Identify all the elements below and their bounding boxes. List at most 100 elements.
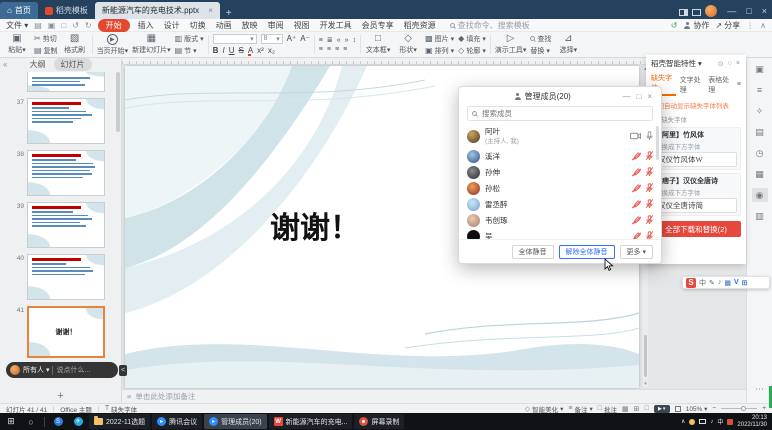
- tab-document[interactable]: 新能源汽车的充电技术.pptx ×: [95, 2, 220, 19]
- clock[interactable]: 20:13 2022/11/30: [737, 415, 767, 429]
- split-window-icon[interactable]: [679, 9, 688, 16]
- workspace-icon[interactable]: [692, 9, 701, 16]
- mic-muted-icon[interactable]: [646, 231, 653, 239]
- font-color-button[interactable]: A: [248, 46, 253, 56]
- notes-toggle[interactable]: ≡ 备注▾: [568, 404, 592, 414]
- tab-slides[interactable]: 幻灯片: [54, 58, 92, 71]
- menu-tab-docer[interactable]: 稻壳资源: [402, 20, 438, 31]
- comment-bar-collapse[interactable]: <: [119, 365, 127, 376]
- font-increase-button[interactable]: A⁺: [287, 34, 297, 43]
- subscript-button[interactable]: x₂: [268, 46, 275, 55]
- audience-selector[interactable]: 所有人 ▾: [23, 365, 49, 375]
- unmute-all-button[interactable]: 解除全体静音: [559, 245, 615, 259]
- share-button[interactable]: ↗ 分享: [715, 20, 740, 31]
- panel-title-dropdown-icon[interactable]: ▾: [698, 59, 702, 68]
- panel-scrollbar[interactable]: [116, 72, 120, 132]
- mic-muted-icon[interactable]: [646, 167, 653, 177]
- keyboard-icon[interactable]: ▦: [724, 279, 731, 287]
- minimize-button[interactable]: —: [722, 6, 741, 19]
- notes-bar[interactable]: ≡ 单击此处添加备注: [122, 389, 746, 403]
- file-menu[interactable]: 文件 ▾: [6, 20, 28, 31]
- new-slide-button[interactable]: ▦ 新建幻灯片▾: [132, 33, 171, 56]
- taskbar-item-members-active[interactable]: ▸ 管理成员(20): [204, 414, 266, 429]
- comment-input-placeholder[interactable]: 说点什么...: [56, 365, 90, 375]
- cloud-sync-icon[interactable]: ↺: [671, 21, 678, 30]
- menu-tab-animation[interactable]: 动画: [214, 20, 234, 31]
- sogou-logo-icon[interactable]: S: [686, 278, 696, 288]
- zoom-out-button[interactable]: −: [712, 405, 716, 412]
- sogou-ime-bar[interactable]: S 中 ✎ ♪ ▦ V ⊞: [682, 276, 770, 289]
- member-row[interactable]: 雷丞醉: [467, 196, 653, 212]
- menu-tab-devtools[interactable]: 开发工具: [318, 20, 354, 31]
- reference-pane-icon[interactable]: ▥: [752, 209, 768, 223]
- maximize-button[interactable]: □: [741, 6, 756, 19]
- replace-button[interactable]: 替换▾: [530, 46, 551, 56]
- toolbox-icon[interactable]: ⊞: [742, 279, 748, 287]
- telegram-taskbar-icon[interactable]: ✈: [69, 414, 87, 429]
- menu-tab-insert[interactable]: 插入: [136, 20, 156, 31]
- line-spacing-icon[interactable]: ↕: [353, 37, 357, 44]
- align-center-icon[interactable]: ≡: [327, 46, 331, 53]
- taskbar-item-wps[interactable]: W 新能源汽车的充电...: [269, 414, 353, 429]
- camera-icon[interactable]: [630, 132, 641, 140]
- download-replace-all-button[interactable]: 全部下载和替换(2): [651, 221, 741, 237]
- add-slide-button[interactable]: +: [0, 388, 121, 403]
- annotation-disabled-icon[interactable]: [632, 232, 641, 240]
- member-row[interactable]: 孙伸: [467, 164, 653, 180]
- tray-expand-icon[interactable]: ∧: [681, 418, 685, 425]
- missing-font-status[interactable]: T 缺失字体: [105, 404, 137, 414]
- handwriting-icon[interactable]: ✎: [709, 279, 715, 287]
- security-icon[interactable]: [689, 419, 695, 425]
- cut-button[interactable]: ✂剪切: [34, 34, 58, 44]
- undo-icon[interactable]: ↺: [72, 21, 79, 30]
- taskbar-item-recorder[interactable]: 屏幕录制: [354, 414, 404, 429]
- member-row-host[interactable]: 阿叶 (主持人, 我): [467, 124, 653, 148]
- member-list-scrollbar[interactable]: [656, 126, 659, 160]
- slide-text-thanks[interactable]: 谢谢！: [240, 203, 390, 247]
- volume-icon[interactable]: ♪: [710, 419, 713, 425]
- collapse-ribbon-icon[interactable]: ∧: [760, 21, 766, 30]
- tab-more-icon[interactable]: ≡: [737, 81, 741, 88]
- zoom-level[interactable]: 105% ▾: [686, 405, 708, 413]
- smart-beautify-button[interactable]: ◇ 智能美化▾: [525, 404, 564, 414]
- thumbnail-39[interactable]: [27, 202, 105, 248]
- mic-muted-icon[interactable]: [646, 215, 653, 225]
- font-size-box[interactable]: 8▾: [261, 34, 283, 44]
- collapse-panel-icon[interactable]: «: [3, 60, 7, 69]
- textbox-button[interactable]: □ 文本框▾: [365, 33, 391, 56]
- menu-tab-member[interactable]: 会员专享: [360, 20, 396, 31]
- tab-home[interactable]: ⌂ 首页: [0, 2, 38, 19]
- annotation-disabled-icon[interactable]: [632, 152, 641, 161]
- more-button[interactable]: 更多 ▾: [620, 245, 653, 259]
- redo-icon[interactable]: ↻: [85, 21, 92, 30]
- voice-input-icon[interactable]: ♪: [718, 279, 722, 286]
- ime-indicator[interactable]: 中: [717, 417, 723, 426]
- member-search-box[interactable]: [467, 106, 653, 121]
- replacement-font-select[interactable]: 汉仪全唐诗简: [655, 198, 737, 213]
- history-icon[interactable]: ◷: [752, 146, 768, 160]
- fill-button[interactable]: ◆填充▾: [458, 34, 486, 44]
- annotation-disabled-icon[interactable]: [632, 216, 641, 225]
- menu-tab-view[interactable]: 视图: [292, 20, 312, 31]
- smart-assistant-icon[interactable]: ◉: [752, 188, 768, 202]
- panel-close-icon[interactable]: ×: [735, 60, 741, 67]
- new-tab-button[interactable]: +: [220, 8, 238, 19]
- section-button[interactable]: ▤节▾: [175, 46, 204, 56]
- start-button[interactable]: ⊞: [2, 414, 20, 429]
- view-sorter-icon[interactable]: ⊞: [634, 405, 640, 413]
- thumbnail-38[interactable]: [27, 150, 105, 196]
- shapes-button[interactable]: ◇ 形状▾: [395, 33, 421, 56]
- preview-icon[interactable]: □: [61, 21, 66, 30]
- close-button[interactable]: ×: [757, 6, 772, 19]
- clipboard-pane-icon[interactable]: ▤: [752, 125, 768, 139]
- panel-notify-icon[interactable]: ○: [727, 60, 733, 67]
- tab-outline[interactable]: 大纲: [30, 59, 46, 70]
- member-row[interactable]: 孙松: [467, 180, 653, 196]
- taskbar-item-meeting[interactable]: ▸ 腾讯会议: [152, 414, 202, 429]
- zoom-in-button[interactable]: +: [762, 405, 766, 412]
- quick-comment-bar[interactable]: 所有人 ▾ 说点什么...: [6, 362, 118, 378]
- annotation-disabled-icon[interactable]: [632, 168, 641, 177]
- arrange-button[interactable]: ▣排列▾: [425, 46, 454, 56]
- theme-name[interactable]: Office 主题: [60, 404, 92, 414]
- strikethrough-button[interactable]: S: [238, 46, 243, 55]
